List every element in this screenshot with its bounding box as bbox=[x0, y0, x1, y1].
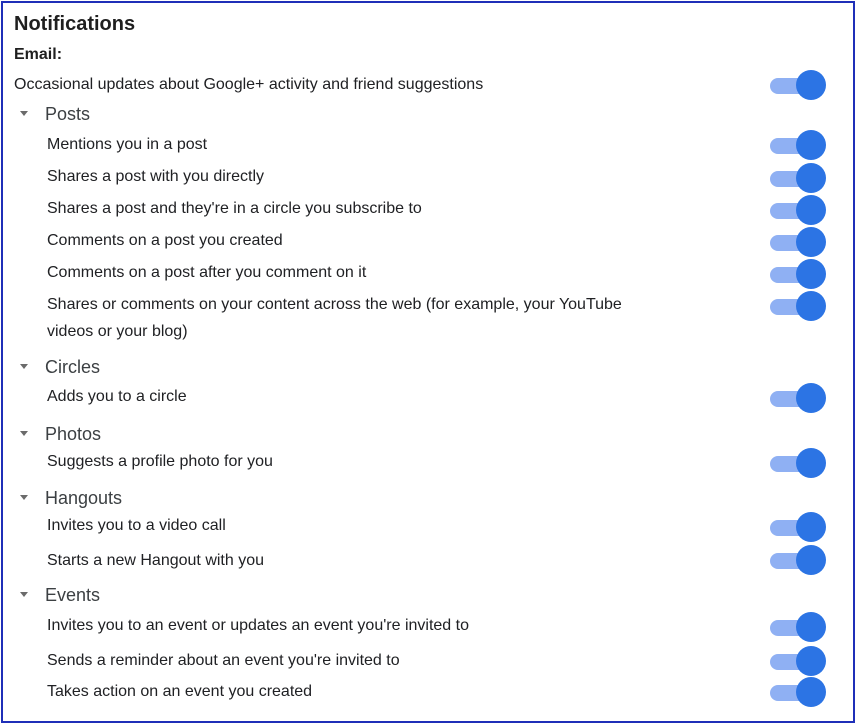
toggle-thumb bbox=[796, 130, 826, 160]
toggle-thumb bbox=[796, 448, 826, 478]
section-photos[interactable]: Photos bbox=[3, 424, 403, 446]
setting-label: Comments on a post you created bbox=[47, 232, 283, 249]
setting-toggle[interactable] bbox=[770, 163, 826, 193]
setting-toggle[interactable] bbox=[770, 612, 826, 642]
toggle-thumb bbox=[796, 677, 826, 707]
setting-toggle[interactable] bbox=[770, 512, 826, 542]
notifications-panel: Notifications Email: Occasional updates … bbox=[1, 1, 855, 723]
setting-label: Adds you to a circle bbox=[47, 388, 187, 405]
section-label: Posts bbox=[45, 104, 91, 124]
email-heading: Email: bbox=[14, 46, 63, 63]
toggle-thumb bbox=[796, 545, 826, 575]
setting-toggle[interactable] bbox=[770, 545, 826, 575]
page-title: Notifications bbox=[14, 13, 136, 35]
setting-toggle[interactable] bbox=[770, 646, 826, 676]
section-label: Hangouts bbox=[45, 488, 123, 508]
general-updates-label: Occasional updates about Google+ activit… bbox=[14, 76, 484, 93]
caret-down-icon bbox=[20, 495, 28, 500]
setting-toggle[interactable] bbox=[770, 195, 826, 225]
toggle-thumb bbox=[796, 383, 826, 413]
general-updates-toggle[interactable] bbox=[770, 70, 826, 100]
toggle-thumb bbox=[796, 291, 826, 321]
toggle-thumb bbox=[796, 612, 826, 642]
toggle-thumb bbox=[796, 646, 826, 676]
section-posts[interactable]: Posts bbox=[3, 104, 403, 126]
toggle-thumb bbox=[796, 227, 826, 257]
section-hangouts[interactable]: Hangouts bbox=[3, 488, 403, 510]
toggle-thumb bbox=[796, 195, 826, 225]
setting-toggle[interactable] bbox=[770, 227, 826, 257]
setting-label: Sends a reminder about an event you're i… bbox=[47, 652, 400, 669]
setting-toggle[interactable] bbox=[770, 291, 826, 321]
setting-label: Invites you to a video call bbox=[47, 517, 226, 534]
caret-down-icon bbox=[20, 592, 28, 597]
setting-label: Invites you to an event or updates an ev… bbox=[47, 617, 469, 634]
setting-label-continued: videos or your blog) bbox=[47, 323, 188, 340]
section-events[interactable]: Events bbox=[3, 585, 403, 607]
caret-down-icon bbox=[20, 364, 28, 369]
toggle-thumb bbox=[796, 70, 826, 100]
section-label: Photos bbox=[45, 424, 102, 444]
setting-label: Suggests a profile photo for you bbox=[47, 453, 273, 470]
setting-label: Shares a post and they're in a circle yo… bbox=[47, 200, 422, 217]
setting-toggle[interactable] bbox=[770, 130, 826, 160]
setting-label: Mentions you in a post bbox=[47, 136, 208, 153]
setting-toggle[interactable] bbox=[770, 383, 826, 413]
setting-toggle[interactable] bbox=[770, 259, 826, 289]
setting-toggle[interactable] bbox=[770, 677, 826, 707]
toggle-thumb bbox=[796, 512, 826, 542]
section-label: Circles bbox=[45, 357, 101, 377]
setting-label: Comments on a post after you comment on … bbox=[47, 264, 367, 281]
setting-toggle[interactable] bbox=[770, 448, 826, 478]
setting-label: Takes action on an event you created bbox=[47, 683, 313, 700]
section-label: Events bbox=[45, 585, 101, 605]
caret-down-icon bbox=[20, 111, 28, 116]
setting-label: Shares a post with you directly bbox=[47, 168, 264, 185]
setting-label: Starts a new Hangout with you bbox=[47, 552, 265, 569]
toggle-thumb bbox=[796, 259, 826, 289]
toggle-thumb bbox=[796, 163, 826, 193]
section-circles[interactable]: Circles bbox=[3, 357, 403, 379]
caret-down-icon bbox=[20, 431, 28, 436]
